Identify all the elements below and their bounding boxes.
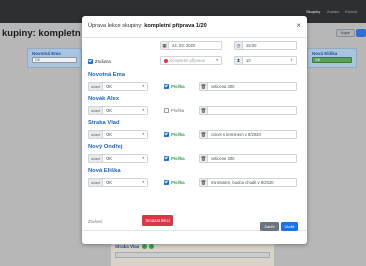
copy-button[interactable]: Kopie <box>336 29 355 37</box>
date-input[interactable]: 24. 03. 2020 <box>169 41 222 50</box>
status-dot-icon <box>164 59 168 63</box>
ucast-select[interactable]: OK ▾ <box>103 130 148 139</box>
nav-link-rocnik[interactable]: Ročník <box>345 9 357 14</box>
student-name: Straka Vlas <box>115 244 140 249</box>
time-input[interactable]: 16:00 <box>243 41 297 50</box>
chevron-down-icon: ▾ <box>142 132 144 136</box>
student-name: Novák Alex <box>88 96 120 102</box>
nav-link-skupiny[interactable]: Skupiny <box>306 9 320 14</box>
close-icon[interactable]: × <box>296 21 301 30</box>
pisemka-checkbox[interactable] <box>164 84 169 89</box>
trash-icon[interactable]: 🗑 <box>199 130 208 139</box>
lesson-status-select[interactable]: Kompletní příprava ▾ <box>160 56 222 65</box>
green-badge-icon <box>141 244 147 250</box>
modal-title: Úprava lekce skupiny: kompletní příprava… <box>88 23 207 29</box>
note-input[interactable]: cvicet s terminem v 8/2020 <box>208 130 297 139</box>
nav-link-zadani[interactable]: Zadání <box>327 9 339 14</box>
pisemka-label: Písěka <box>171 132 185 137</box>
save-button[interactable]: Uložit <box>281 222 298 231</box>
ucast-select[interactable]: OK ▾ <box>103 106 148 115</box>
ucast-label: účast <box>88 130 103 139</box>
ucast-label: účast <box>88 178 103 187</box>
ucast-value: OK <box>106 132 113 137</box>
calendar-icon: ▦ <box>160 41 169 50</box>
note-input[interactable] <box>208 106 297 115</box>
pisemka-label: Písěka <box>171 84 185 89</box>
ucast-select[interactable]: OK ▾ <box>103 154 148 163</box>
chevron-down-icon: ▾ <box>142 84 144 88</box>
trash-icon[interactable]: 🗑 <box>199 178 208 187</box>
ucast-value: OK <box>106 108 113 113</box>
clock-icon: ◷ <box>234 41 243 50</box>
pisemka-label: Písěka <box>171 156 185 161</box>
student-card-right[interactable]: Nová Eliška OK <box>307 48 357 68</box>
primary-action-button[interactable] <box>356 29 366 37</box>
pisemka-label: Písěka <box>171 180 185 185</box>
edit-lesson-modal: Úprava lekce skupiny: kompletní příprava… <box>82 16 307 244</box>
pisemka-checkbox[interactable] <box>164 132 169 137</box>
pisemka-checkbox[interactable] <box>164 156 169 161</box>
zruseni-link[interactable]: Zrušení <box>88 219 103 224</box>
page-title: kupiny: kompletn <box>2 28 81 39</box>
pisemka-checkbox[interactable] <box>164 108 169 113</box>
note-input[interactable]: velicene 300 <box>208 154 297 163</box>
note-input[interactable]: velicena 300 <box>208 82 297 91</box>
student-name: Nová Eliška <box>88 168 121 174</box>
hourglass-icon: ⧗ <box>234 56 243 65</box>
student-name: Nový Ondřej <box>88 144 123 150</box>
student-card-name: Novotná Ema <box>32 51 61 56</box>
ucast-value: OK <box>106 180 113 185</box>
student-card-left[interactable]: Novotná Ema OK <box>27 48 82 68</box>
zrusena-checkbox[interactable] <box>88 59 93 64</box>
chevron-down-icon: ▾ <box>142 156 144 160</box>
ucast-label: účast <box>88 82 103 91</box>
list-item: Straka Vlas <box>115 244 154 250</box>
modal-header: Úprava lekce skupiny: kompletní příprava… <box>82 16 307 38</box>
close-button[interactable]: Zavřít <box>260 222 279 231</box>
zrusena-label: Zrušena <box>95 59 111 64</box>
count-value: 10 <box>246 58 251 63</box>
chevron-down-icon: ▾ <box>216 58 218 62</box>
trash-icon[interactable]: 🗑 <box>199 106 208 115</box>
ucast-select[interactable]: OK ▾ <box>103 82 148 91</box>
ucast-label: účast <box>88 106 103 115</box>
modal-title-prefix: Úprava lekce skupiny: <box>88 23 143 29</box>
student-name: Straka Vlad <box>88 120 120 126</box>
pisemka-label: Písěka <box>171 108 185 113</box>
student-card-select[interactable]: OK <box>312 57 352 63</box>
count-input[interactable]: 10 ⇕ <box>243 56 297 65</box>
student-card-select[interactable]: OK <box>32 57 77 63</box>
spinner-icon[interactable]: ⇕ <box>290 57 293 64</box>
trash-icon[interactable]: 🗑 <box>199 82 208 91</box>
status-select-value: Kompletní příprava <box>169 58 205 63</box>
modal-title-group: kompletní příprava 1/20 <box>144 23 207 29</box>
ucast-select[interactable] <box>115 252 270 258</box>
ucast-label: účast <box>88 154 103 163</box>
delete-lesson-button[interactable]: Smazat lekci <box>142 215 173 226</box>
student-name: Novotná Ema <box>88 72 126 78</box>
ucast-value: OK <box>106 84 113 89</box>
chevron-down-icon: ▾ <box>142 180 144 184</box>
ucast-value: OK <box>106 156 113 161</box>
note-input[interactable]: minimalen, budou chodit v 8/2020 <box>208 178 297 187</box>
trash-icon[interactable]: 🗑 <box>199 154 208 163</box>
ucast-select[interactable]: OK ▾ <box>103 178 148 187</box>
chevron-down-icon: ▾ <box>142 108 144 112</box>
green-badge-icon <box>148 244 154 250</box>
pisemka-checkbox[interactable] <box>164 180 169 185</box>
student-card-name: Nová Eliška <box>312 51 338 56</box>
